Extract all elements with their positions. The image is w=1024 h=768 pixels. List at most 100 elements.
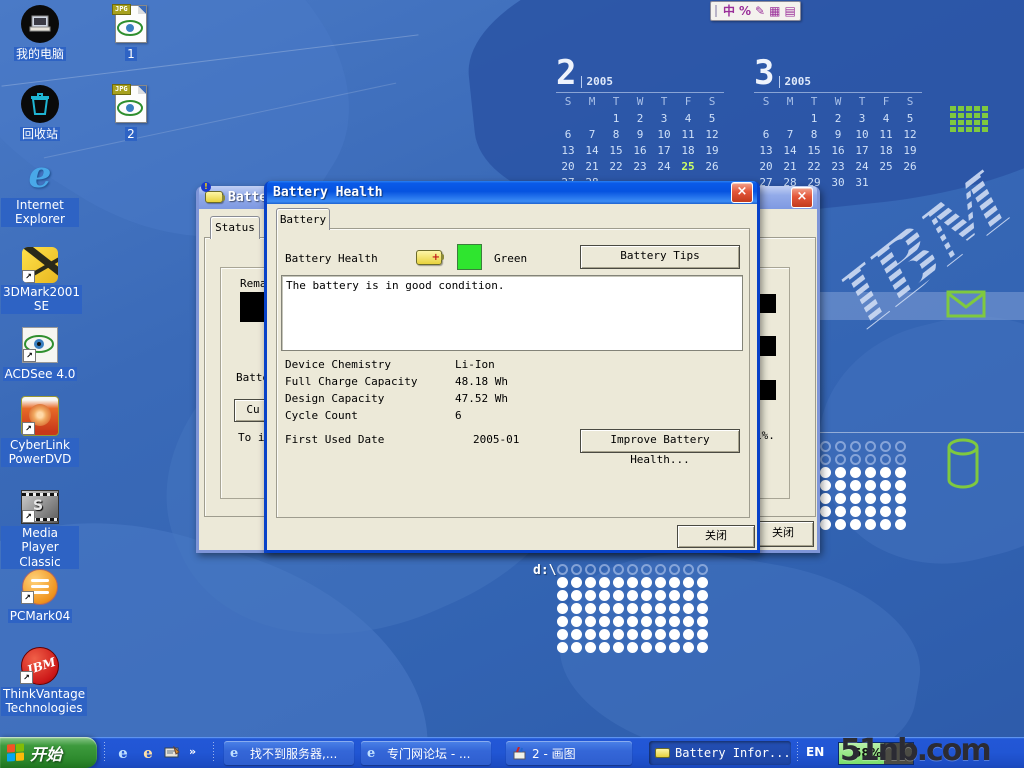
menu-icon[interactable]: ▤ <box>784 3 795 19</box>
tab-battery[interactable]: Battery <box>276 208 330 230</box>
taskbar-separator <box>212 742 215 763</box>
taskbar-item-server-not-found[interactable]: e 找不到服务器,... <box>224 741 354 765</box>
wallpaper-dot <box>571 616 582 627</box>
desktop-icon-pcmark04[interactable]: ↗ PCMark04 <box>1 565 79 624</box>
weekday-header: M <box>580 93 604 111</box>
browser-quicklaunch-icon[interactable]: e <box>138 743 158 763</box>
drag-handle-icon[interactable] <box>715 5 719 17</box>
weekday-header: W <box>826 93 850 111</box>
wallpaper-dot <box>697 616 708 627</box>
wallpaper-dot <box>835 441 846 452</box>
calendar-day: 24 <box>652 158 676 174</box>
shortcut-arrow-icon: ↗ <box>21 591 34 604</box>
taskbar-item-forum[interactable]: e 专门网论坛 - ... <box>361 741 491 765</box>
desktop-icon-acdsee[interactable]: ↗ ACDSee 4.0 <box>1 323 79 382</box>
keyboard-icon[interactable]: ▦ <box>769 3 780 19</box>
desktop-icon-jpg-2[interactable]: JPG 2 <box>92 83 170 142</box>
wallpaper-dot <box>669 590 680 601</box>
desktop-icon-recycle-bin[interactable]: 回收站 <box>1 83 79 142</box>
desktop-icon-3dmark2001[interactable]: ↗ 3DMark2001 SE <box>1 243 79 314</box>
wallpaper-dot <box>895 506 906 517</box>
wallpaper-dot <box>895 493 906 504</box>
desktop-icon-internet-explorer[interactable]: e Internet Explorer <box>1 156 79 227</box>
calendar-day: 10 <box>652 126 676 142</box>
info-label: Design Capacity <box>285 392 455 405</box>
language-bar[interactable]: 中 % ✎ ▦ ▤ <box>710 1 801 21</box>
calendar-grid: SMTWTFS123456789101112131415161718192021… <box>556 92 724 190</box>
wallpaper-dot <box>850 467 861 478</box>
calendar-day: 31 <box>850 174 874 190</box>
calendar-day: 9 <box>628 126 652 142</box>
wallpaper-dot <box>613 564 624 575</box>
desktop-icon-mpc[interactable]: S ↗ Media Player Classic <box>1 484 79 570</box>
wallpaper-dot <box>627 590 638 601</box>
calendar-day: 4 <box>874 110 898 126</box>
weekday-header: S <box>754 93 778 111</box>
wallpaper-dot <box>613 616 624 627</box>
weekday-header: F <box>676 93 700 111</box>
dot-pattern-right <box>820 441 910 532</box>
wallpaper-dot <box>571 590 582 601</box>
close-button[interactable]: 关闭 <box>677 525 755 548</box>
wallpaper-dot <box>850 519 861 530</box>
wallpaper-dot <box>669 616 680 627</box>
weekday-header: M <box>778 93 802 111</box>
calendar-day: 17 <box>850 142 874 158</box>
close-icon[interactable]: × <box>791 187 813 208</box>
close-icon[interactable]: × <box>731 182 753 203</box>
wallpaper-dot <box>655 590 666 601</box>
tab-label: Battery <box>280 213 326 226</box>
ie-quicklaunch-icon[interactable]: e <box>113 743 133 763</box>
close-button[interactable]: 关闭 <box>752 521 814 547</box>
wallpaper-dot <box>683 629 694 640</box>
calendar-day: 11 <box>874 126 898 142</box>
desktop-icon-powerdvd[interactable]: ↗ CyberLink PowerDVD <box>1 396 79 467</box>
taskbar-separator <box>796 742 799 763</box>
wallpaper-dot <box>585 616 596 627</box>
ime-chinese-icon[interactable]: 中 <box>723 3 735 19</box>
wallpaper-dot <box>865 480 876 491</box>
icon-label: Internet Explorer <box>1 198 79 227</box>
calendar-day: 26 <box>898 158 922 174</box>
calendar-month: 2 <box>556 58 576 88</box>
wallpaper-dot <box>641 603 652 614</box>
desktop-icon-thinkvantage[interactable]: IBM ↗ ThinkVantage Technologies <box>1 645 79 716</box>
wallpaper-dot <box>669 577 680 588</box>
battery-icon: + <box>416 250 442 265</box>
calendar-day: 16 <box>826 142 850 158</box>
calendar-day: 14 <box>778 142 802 158</box>
drive-label: d:\ <box>533 563 556 578</box>
improve-battery-health-button[interactable]: Improve Battery Health... <box>580 429 740 453</box>
icon-label: ACDSee 4.0 <box>3 367 78 381</box>
calendar-day: 19 <box>700 142 724 158</box>
icon-label: 3DMark2001 SE <box>1 285 82 314</box>
desktop-icon-my-computer[interactable]: 我的电脑 <box>1 3 79 62</box>
calendar-day: 7 <box>778 126 802 142</box>
wallpaper-dot <box>669 564 680 575</box>
quicklaunch-chevron[interactable]: » <box>189 745 196 758</box>
desktop-icon-jpg-1[interactable]: JPG 1 <box>92 3 170 62</box>
wallpaper-dot <box>835 493 846 504</box>
my-computer-icon <box>21 5 59 43</box>
show-desktop-icon[interactable] <box>162 743 182 763</box>
wallpaper-dot <box>627 577 638 588</box>
pen-icon[interactable]: ✎ <box>755 3 765 19</box>
language-indicator[interactable]: EN <box>806 745 824 759</box>
start-button[interactable]: 开始 <box>0 737 97 768</box>
wallpaper-dot <box>850 454 861 465</box>
info-value: 47.52 Wh <box>455 392 725 405</box>
wallpaper-dot <box>627 564 638 575</box>
shortcut-arrow-icon: ↗ <box>23 349 36 362</box>
wallpaper-dot <box>895 454 906 465</box>
dialog-titlebar[interactable]: Battery Health × <box>267 181 757 204</box>
punctuation-icon[interactable]: % <box>739 3 751 19</box>
taskbar-item-battery-information[interactable]: Battery Infor... <box>649 741 791 765</box>
calendar-day: 17 <box>652 142 676 158</box>
ie-icon: e <box>230 747 245 760</box>
wallpaper-dot <box>585 629 596 640</box>
tab-status[interactable]: Status <box>210 216 260 239</box>
wallpaper-dot <box>820 441 831 452</box>
battery-tips-button[interactable]: Battery Tips <box>580 245 740 269</box>
taskbar-item-paint[interactable]: 2 - 画图 <box>506 741 632 765</box>
wallpaper-dot <box>655 616 666 627</box>
